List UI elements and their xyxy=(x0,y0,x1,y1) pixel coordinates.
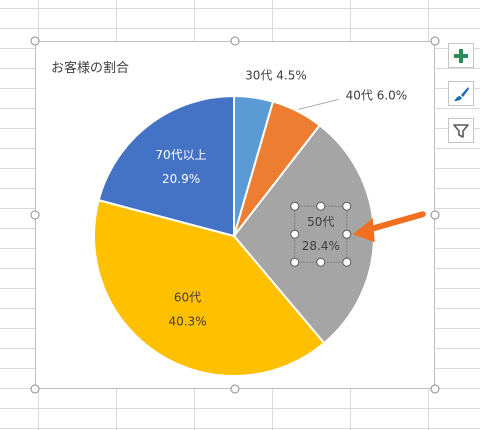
data-label: 30代 4.5% xyxy=(245,69,307,83)
label-resize-handle[interactable] xyxy=(290,201,300,211)
data-label-value: 28.4% xyxy=(302,239,340,253)
label-resize-handle[interactable] xyxy=(342,201,352,211)
pie-chart[interactable]: 30代 4.5% 40代 6.0% 50代 28.4% 60代 40.3% 70代以上 20.… xyxy=(0,0,480,430)
filter-icon xyxy=(453,123,469,138)
brush-icon xyxy=(454,86,469,101)
chart-styles-button[interactable] xyxy=(448,81,474,106)
data-label-category: 70代以上 xyxy=(155,148,206,162)
annotation-arrow-shaft xyxy=(363,211,426,234)
data-label-category: 50代 xyxy=(307,215,334,229)
chart-filters-button[interactable] xyxy=(448,118,474,143)
chart-elements-button[interactable] xyxy=(448,43,474,68)
label-resize-handle[interactable] xyxy=(342,257,352,267)
data-label: 40代 6.0% xyxy=(346,88,408,102)
plus-icon xyxy=(454,48,468,63)
label-resize-handle[interactable] xyxy=(290,257,300,267)
data-label-category: 60代 xyxy=(174,290,201,304)
label-resize-handle[interactable] xyxy=(290,229,300,239)
leader-line xyxy=(298,98,339,110)
data-label-value: 40.3% xyxy=(168,314,206,328)
label-resize-handle[interactable] xyxy=(316,257,326,267)
label-resize-handle[interactable] xyxy=(316,201,326,211)
label-resize-handle[interactable] xyxy=(342,229,352,239)
data-label-value: 20.9% xyxy=(162,172,200,186)
